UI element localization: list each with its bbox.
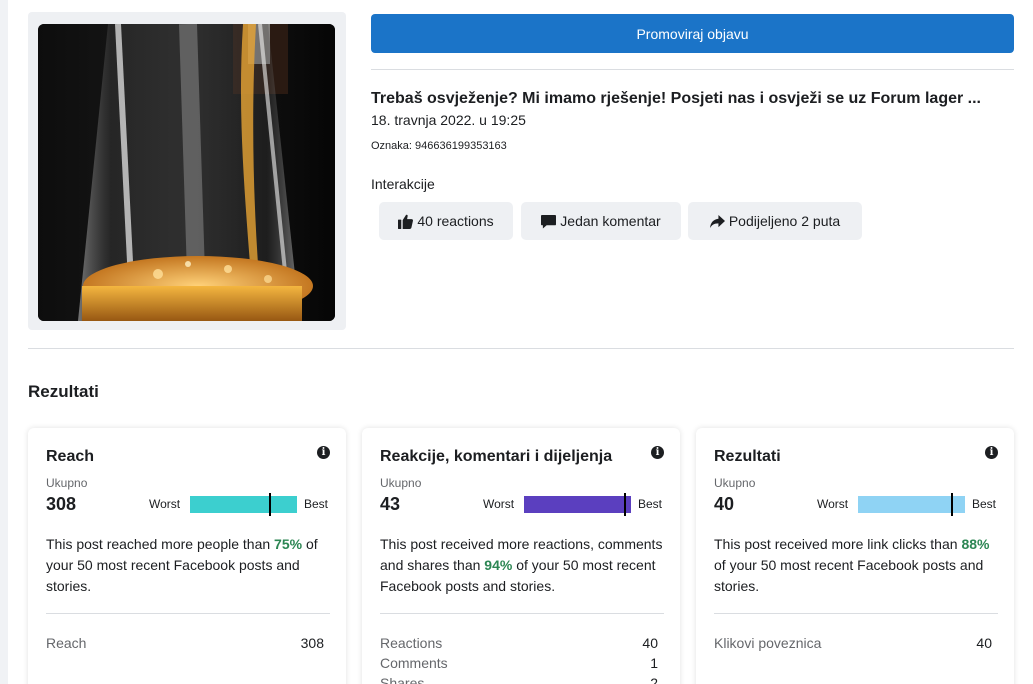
link-clicks-card: Rezultati i Ukupno 40 Worst Best This po… xyxy=(696,428,1014,684)
header-divider xyxy=(371,69,1014,70)
card-divider xyxy=(46,613,330,614)
gauge-worst-label: Worst xyxy=(149,497,181,511)
link-clicks-card-title: Rezultati xyxy=(714,448,781,465)
metric-row: Comments 1 xyxy=(380,655,658,671)
percentile-value: 94% xyxy=(484,557,513,573)
metric-value: 40 xyxy=(976,635,992,651)
metric-row: Shares 2 xyxy=(380,675,658,684)
reach-card-title: Reach xyxy=(46,448,95,465)
card-divider xyxy=(380,613,664,614)
gauge-best-label: Best xyxy=(638,497,663,511)
total-label: Ukupno xyxy=(46,476,88,490)
comments-chip-label: Jedan komentar xyxy=(560,213,661,229)
comments-chip[interactable]: Jedan komentar xyxy=(521,202,681,240)
reactions-chip-label: 40 reactions xyxy=(417,213,494,229)
beer-glass-image xyxy=(38,24,335,321)
engagement-card: Reakcije, komentari i dijeljenja i Ukupn… xyxy=(362,428,680,684)
reach-total-value: 308 xyxy=(46,494,77,514)
engagement-gauge xyxy=(524,493,631,516)
metric-label: Comments xyxy=(380,655,448,671)
percentile-value: 88% xyxy=(961,536,990,552)
gauge-marker xyxy=(951,493,953,516)
gauge-marker xyxy=(269,493,271,516)
metric-label: Reach xyxy=(46,635,87,651)
post-thumbnail[interactable] xyxy=(38,24,335,321)
metric-row: Klikovi poveznica 40 xyxy=(714,635,992,651)
promote-post-button[interactable]: Promoviraj objavu xyxy=(371,14,1014,53)
total-label: Ukupno xyxy=(380,476,422,490)
info-icon[interactable]: i xyxy=(317,446,330,459)
link-clicks-gauge xyxy=(858,493,965,516)
interactions-heading: Interakcije xyxy=(371,176,435,192)
metric-label: Klikovi poveznica xyxy=(714,635,822,651)
engagement-total-value: 43 xyxy=(380,494,401,514)
gauge-best-label: Best xyxy=(304,497,329,511)
metric-value: 1 xyxy=(650,655,658,671)
total-label: Ukupno xyxy=(714,476,756,490)
results-heading: Rezultati xyxy=(28,382,99,401)
card-divider xyxy=(714,613,998,614)
info-icon[interactable]: i xyxy=(651,446,664,459)
reach-gauge xyxy=(190,493,297,516)
description-text: of your 50 most recent Facebook posts an… xyxy=(714,557,984,594)
gauge-worst-label: Worst xyxy=(817,497,849,511)
engagement-description: This post received more reactions, comme… xyxy=(380,534,666,597)
shares-chip[interactable]: Podijeljeno 2 puta xyxy=(688,202,862,240)
metric-row: Reach 308 xyxy=(46,635,324,651)
metric-label: Reactions xyxy=(380,635,443,651)
section-divider xyxy=(28,348,1014,349)
post-title[interactable]: Trebaš osvježenje? Mi imamo rješenje! Po… xyxy=(371,90,1011,108)
post-id-label: Oznaka: 946636199353163 xyxy=(371,140,507,152)
post-date: 18. travnja 2022. u 19:25 xyxy=(371,112,526,128)
share-icon xyxy=(709,214,725,228)
percentile-value: 75% xyxy=(274,536,303,552)
metric-value: 2 xyxy=(650,675,658,684)
gauge-marker xyxy=(624,493,626,516)
metric-value: 40 xyxy=(642,635,658,651)
gauge-best-label: Best xyxy=(972,497,997,511)
metric-row: Reactions 40 xyxy=(380,635,658,651)
thumbs-up-icon xyxy=(398,214,414,229)
comment-icon xyxy=(541,214,557,229)
reach-description: This post reached more people than 75% o… xyxy=(46,534,332,597)
reactions-chip[interactable]: 40 reactions xyxy=(379,202,513,240)
post-thumbnail-frame xyxy=(28,12,346,330)
description-text: This post received more link clicks than xyxy=(714,536,962,552)
info-icon[interactable]: i xyxy=(985,446,998,459)
shares-chip-label: Podijeljeno 2 puta xyxy=(728,213,841,229)
engagement-card-title: Reakcije, komentari i dijeljenja xyxy=(380,448,613,465)
metric-label: Shares xyxy=(380,675,425,684)
reach-card: Reach i Ukupno 308 Worst Best This post … xyxy=(28,428,346,684)
description-text: This post reached more people than xyxy=(46,536,275,552)
link-clicks-description: This post received more link clicks than… xyxy=(714,534,1000,597)
link-clicks-total-value: 40 xyxy=(714,494,735,514)
gauge-worst-label: Worst xyxy=(483,497,515,511)
metric-value: 308 xyxy=(300,635,324,651)
